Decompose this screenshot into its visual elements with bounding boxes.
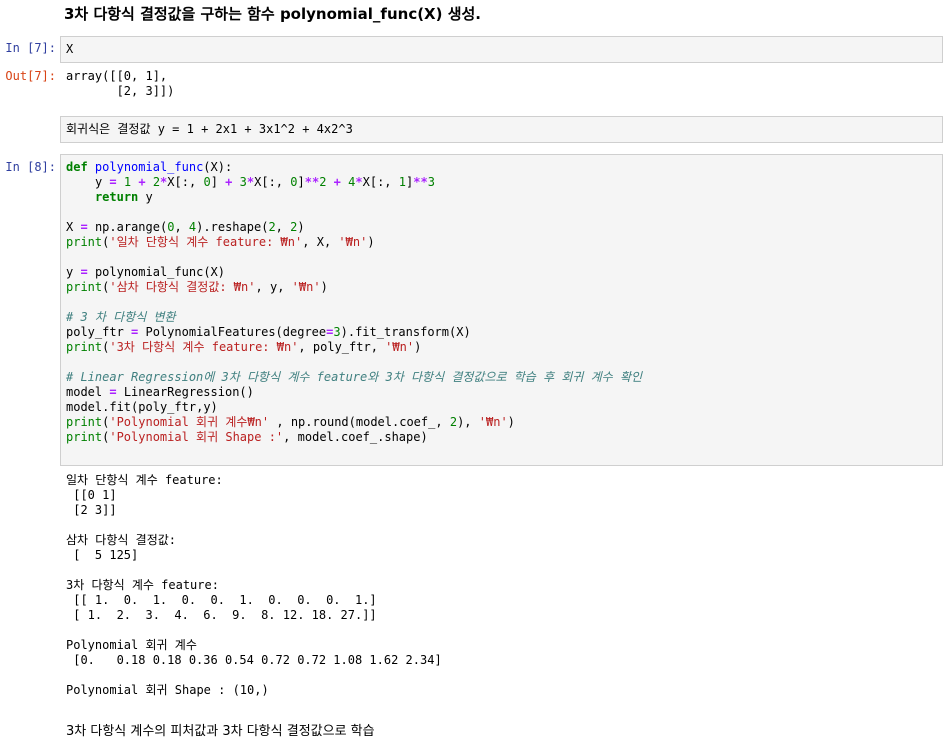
cell-7-out-prompt: Out[7]: bbox=[5, 69, 56, 83]
output-line: [[0 1] bbox=[66, 488, 117, 502]
code-line[interactable]: print('3차 다항식 계수 feature: ₩n', poly_ftr,… bbox=[66, 340, 642, 355]
code-line[interactable]: # 3 차 다항식 변환 bbox=[66, 310, 642, 325]
code-line[interactable] bbox=[66, 205, 642, 220]
raw-cell-text[interactable]: 회귀식은 결정값 y = 1 + 2x1 + 3x1^2 + 4x2^3 bbox=[66, 122, 353, 137]
code-line[interactable]: print('Polynomial 회귀 계수₩n' , np.round(mo… bbox=[66, 415, 642, 430]
code-line[interactable]: print('Polynomial 회귀 Shape :', model.coe… bbox=[66, 430, 642, 445]
code-line[interactable]: poly_ftr = PolynomialFeatures(degree=3).… bbox=[66, 325, 642, 340]
output-line: [[ 1. 0. 1. 0. 0. 1. 0. 0. 0. 1.] bbox=[66, 593, 377, 607]
output-line: [0. 0.18 0.18 0.36 0.54 0.72 0.72 1.08 1… bbox=[66, 653, 442, 667]
code-line[interactable]: model.fit(poly_ftr,y) bbox=[66, 400, 642, 415]
output-line: 3차 다항식 계수 feature: bbox=[66, 578, 219, 592]
output-line: [2 3]] bbox=[66, 503, 117, 517]
cell-7-input-area[interactable] bbox=[60, 36, 943, 63]
markdown-heading: 3차 다항식 결정값을 구하는 함수 polynomial_func(X) 생성… bbox=[64, 5, 482, 23]
code-line[interactable]: # Linear Regression에 3차 다항식 계수 feature와 … bbox=[66, 370, 642, 385]
output-line: Polynomial 회귀 Shape : (10,) bbox=[66, 683, 269, 697]
cell-7-in-prompt: In [7]: bbox=[5, 41, 56, 55]
code-line[interactable]: model = LinearRegression() bbox=[66, 385, 642, 400]
code-line[interactable]: print('일차 단항식 계수 feature: ₩n', X, '₩n') bbox=[66, 235, 642, 250]
code-line[interactable] bbox=[66, 355, 642, 370]
code-line[interactable]: def polynomial_func(X): bbox=[66, 160, 642, 175]
cell-8-output: 일차 단항식 계수 feature: [[0 1] [2 3]] 삼차 다항식 결… bbox=[66, 473, 442, 698]
code-line[interactable]: y = 1 + 2*X[:, 0] + 3*X[:, 0]**2 + 4*X[:… bbox=[66, 175, 642, 190]
output-line: Polynomial 회귀 계수 bbox=[66, 638, 197, 652]
code-line[interactable]: print('삼차 다항식 결정값: ₩n', y, '₩n') bbox=[66, 280, 642, 295]
code-line[interactable] bbox=[66, 250, 642, 265]
output-line: 일차 단항식 계수 feature: bbox=[66, 473, 223, 487]
output-line: [ 5 125] bbox=[66, 548, 139, 562]
output-line: [ 1. 2. 3. 4. 6. 9. 8. 12. 18. 27.]] bbox=[66, 608, 377, 622]
code-line[interactable]: X = np.arange(0, 4).reshape(2, 2) bbox=[66, 220, 642, 235]
output-line: 삼차 다항식 결정값: bbox=[66, 533, 176, 547]
cell-7-code[interactable]: X bbox=[66, 42, 73, 57]
cell-7-output: array([[0, 1], [2, 3]]) bbox=[66, 69, 175, 98]
cell-8-in-prompt: In [8]: bbox=[5, 160, 56, 174]
code-line[interactable]: y = polynomial_func(X) bbox=[66, 265, 642, 280]
code-line[interactable] bbox=[66, 295, 642, 310]
markdown-bottom-text: 3차 다항식 계수의 피처값과 3차 다항식 결정값으로 학습 bbox=[66, 724, 375, 739]
code-line[interactable]: return y bbox=[66, 190, 642, 205]
cell-8-code[interactable]: def polynomial_func(X): y = 1 + 2*X[:, 0… bbox=[66, 160, 642, 445]
